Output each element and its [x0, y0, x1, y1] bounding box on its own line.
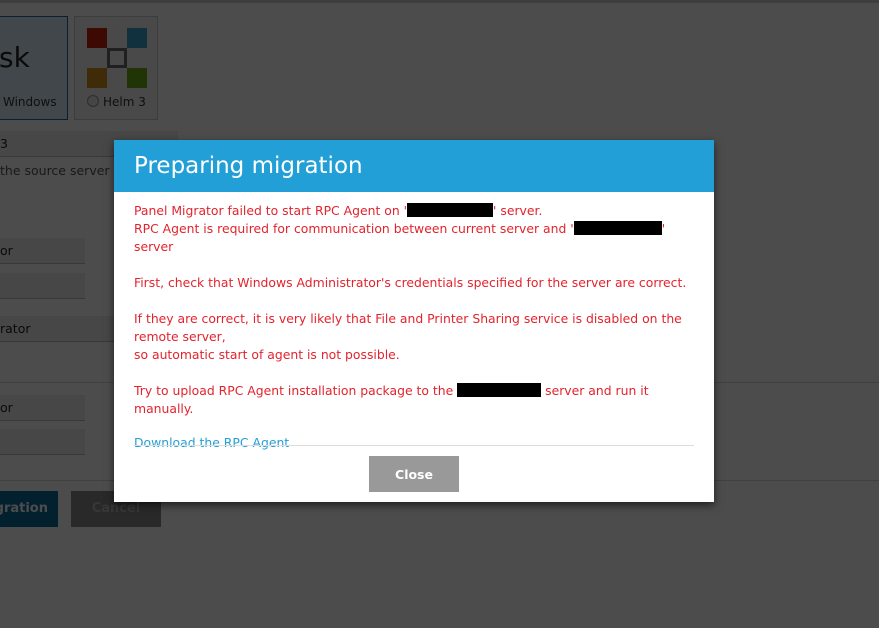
error-message-4: Try to upload RPC Agent installation pac… — [134, 383, 649, 416]
download-rpc-agent-link[interactable]: Download the RPC Agent — [134, 435, 289, 450]
redacted-server-name — [457, 383, 542, 397]
dialog-title: Preparing migration — [114, 140, 714, 192]
redacted-server-name — [573, 221, 662, 235]
error-message-1: Panel Migrator failed to start RPC Agent… — [134, 203, 666, 254]
dialog-footer-divider — [134, 445, 694, 446]
redacted-server-name — [407, 203, 494, 217]
error-message-3: If they are correct, it is very likely t… — [134, 311, 682, 362]
error-message-2: First, check that Windows Administrator'… — [134, 275, 687, 290]
preparing-migration-dialog: Preparing migration Panel Migrator faile… — [114, 140, 714, 502]
dialog-body: Panel Migrator failed to start RPC Agent… — [114, 192, 714, 452]
close-button[interactable]: Close — [369, 456, 459, 492]
